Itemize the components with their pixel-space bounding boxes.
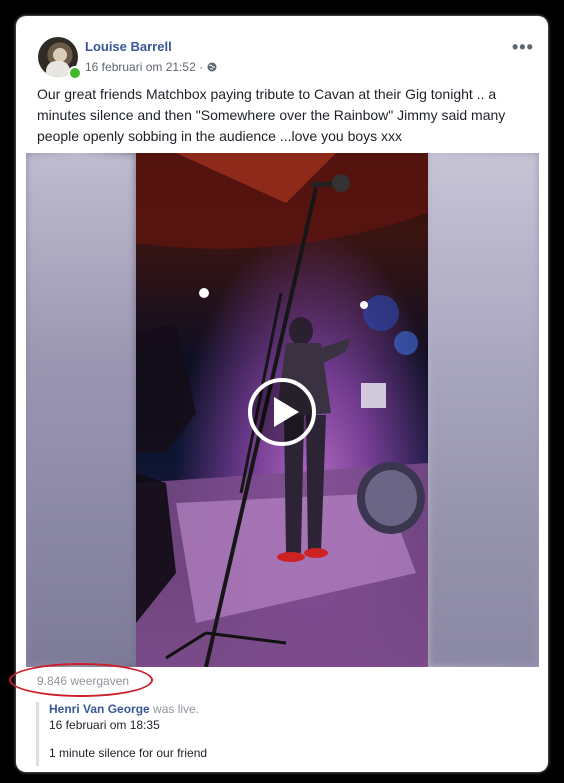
post-text: Our great friends Matchbox paying tribut…: [37, 86, 506, 144]
video-blur-right: [428, 153, 539, 667]
shared-status: was live.: [153, 702, 200, 716]
online-status-icon: [68, 66, 82, 80]
play-icon[interactable]: [247, 377, 317, 447]
shared-post-border: [36, 702, 39, 766]
more-options-icon[interactable]: •••: [512, 37, 534, 58]
shared-text: 1 minute silence for our friend: [49, 746, 208, 760]
shared-timestamp[interactable]: 16 februari om 18:35: [49, 718, 160, 732]
globe-icon: [207, 62, 217, 72]
author-name[interactable]: Louise Barrell: [85, 39, 172, 54]
post-timestamp[interactable]: 16 februari om 21:52 ·: [85, 60, 203, 74]
view-count-highlight: [9, 663, 153, 697]
shared-author-name[interactable]: Henri Van George: [49, 702, 150, 716]
post-timestamp-row: 16 februari om 21:52 ·: [85, 60, 217, 74]
shared-author-line: Henri Van George was live.: [49, 702, 199, 716]
video-blur-left: [26, 153, 136, 667]
